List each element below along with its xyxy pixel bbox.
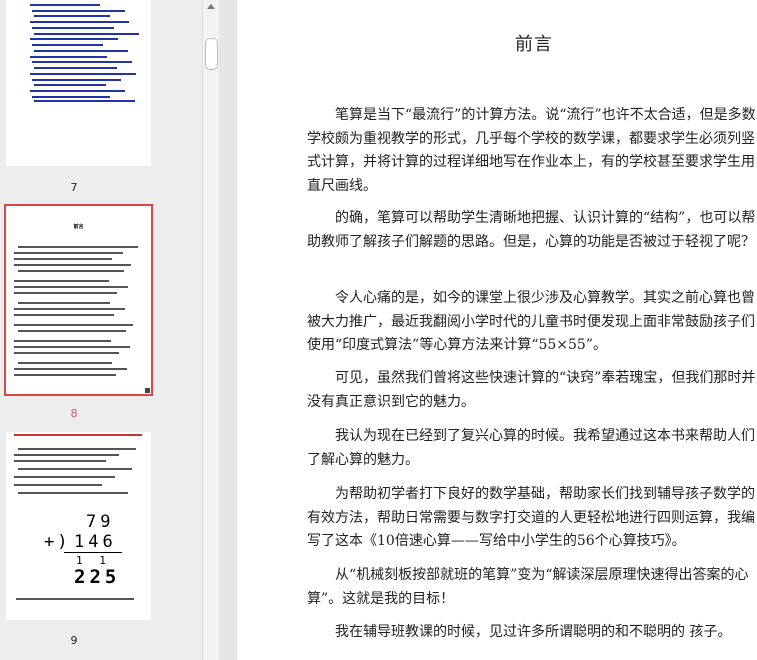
thumbnail-text-line <box>34 50 128 52</box>
scroll-up-icon[interactable] <box>207 4 215 9</box>
thumbnail-text-line <box>14 476 115 478</box>
thumbnail-text-line <box>32 79 121 81</box>
thumbnail-text-line <box>14 264 131 266</box>
paragraph-8: 我在辅导班教课的时候，见过许多所谓聪明的和不聪明的 孩子。 <box>335 624 732 640</box>
resize-handle-icon <box>145 388 150 393</box>
page-number-7: 7 <box>70 181 78 194</box>
thumbnail-text-line <box>14 460 106 462</box>
thumbnail-text-line <box>14 454 119 456</box>
paragraph-6: 为帮助初学者打下良好的数学基础，帮助家长们找到辅导孩子数学的有效方法，帮助日常需… <box>307 486 755 550</box>
thumbnail-text-line <box>34 100 135 102</box>
thumbnail-title: 前言 <box>73 224 84 230</box>
paragraph-3: 令人心痛的是，如今的课堂上很少涉及心算教学。其实之前心算也曾被大力推广，最近我翻… <box>307 290 755 354</box>
thumbnail-text-line <box>34 33 139 35</box>
page-number-9: 9 <box>70 634 78 647</box>
thumbnail-text-line <box>16 598 134 600</box>
paragraph-7: 从“机械刻板按部就班的笔算”变为“解读深层原理快速得出答案的心算”。这就是我的目… <box>307 567 749 607</box>
page-gutter <box>219 0 237 660</box>
thumbnail-text-line <box>14 314 114 316</box>
thumbnail-text-line <box>14 434 142 436</box>
thumbnail-text-line <box>14 374 116 376</box>
thumbnail-text-line <box>34 67 117 69</box>
paragraph-5: 我认为现在已经到了复兴心算的时候。我希望通过这本书来帮助人们了解心算的魅力。 <box>307 428 755 468</box>
thumbnail-text-line <box>18 246 138 248</box>
page-thumbnail-7[interactable] <box>6 0 151 166</box>
thumbnail-panel: 7 前言 8 79 +) 146 1 1 225 9 <box>0 0 202 660</box>
thumbnail-text-line <box>30 38 118 40</box>
thumbnail-text-line <box>18 270 124 272</box>
thumbnail-text-line <box>14 308 125 310</box>
thumbnail-text-line <box>14 292 117 294</box>
thumbnail-text-line <box>30 4 100 6</box>
sum-result: 225 <box>74 566 121 588</box>
page-thumbnail-9[interactable]: 79 +) 146 1 1 225 <box>6 432 151 620</box>
addition-operator: +) <box>44 532 71 552</box>
scrollbar-thumb[interactable] <box>205 38 218 70</box>
thumbnail-text-line <box>18 330 126 332</box>
thumbnail-text-line <box>18 492 128 494</box>
thumbnail-text-line <box>30 90 125 92</box>
page-number-8: 8 <box>70 407 78 420</box>
thumbnail-text-line <box>30 56 107 58</box>
thumbnail-text-line <box>34 15 110 17</box>
thumbnail-text-line <box>14 368 127 370</box>
thumbnail-text-line <box>14 346 130 348</box>
thumbnail-text-line <box>32 61 132 63</box>
thumbnail-text-line <box>18 448 136 450</box>
thumbnail-text-line <box>14 484 102 486</box>
thumbnail-text-line <box>32 10 125 12</box>
thumbnail-text-line <box>32 27 114 29</box>
thumbnail-text-line <box>32 44 103 46</box>
thumbnail-text-line <box>14 340 111 342</box>
thumbnail-text-line <box>14 324 133 326</box>
thumbnail-text-line <box>32 96 110 98</box>
thumbnail-text-line <box>18 302 110 304</box>
thumbnail-text-line <box>18 468 132 470</box>
thumbnail-text-line <box>14 286 128 288</box>
page-title: 前言 <box>515 34 553 55</box>
paragraph-2: 的确，笔算可以帮助学生清晰地把握、认识计算的“结构”，也可以帮助教师了解孩子们解… <box>307 210 756 250</box>
paragraph-1: 笔算是当下“最流行”的计算方法。说“流行”也许不太合适，但是多数学校颇为重视教学… <box>307 107 756 194</box>
thumbnail-text-line <box>14 252 123 254</box>
paragraph-4: 可见，虽然我们曾将这些快速计算的“诀窍”奉若瑰宝，但我们那时并没有真正意识到它的… <box>307 370 756 410</box>
thumbnail-text-line <box>34 84 106 86</box>
thumbnail-text-line <box>30 21 129 23</box>
thumbnail-text-line <box>14 258 112 260</box>
thumbnail-text-line <box>30 73 136 75</box>
thumbnail-text-line <box>18 362 112 364</box>
thumbnail-text-line <box>14 280 109 282</box>
document-page: 前言 笔算是当下“最流行”的计算方法。说“流行”也许不太合适，但是多数学校颇为重… <box>237 0 757 660</box>
addend-top: 79 <box>86 512 115 532</box>
addend-bottom: 146 <box>74 532 117 552</box>
thumbnail-scrollbar[interactable] <box>202 0 219 660</box>
sum-line <box>64 552 122 553</box>
thumbnail-text-line <box>14 352 119 354</box>
page-thumbnail-8[interactable]: 前言 <box>4 204 153 396</box>
